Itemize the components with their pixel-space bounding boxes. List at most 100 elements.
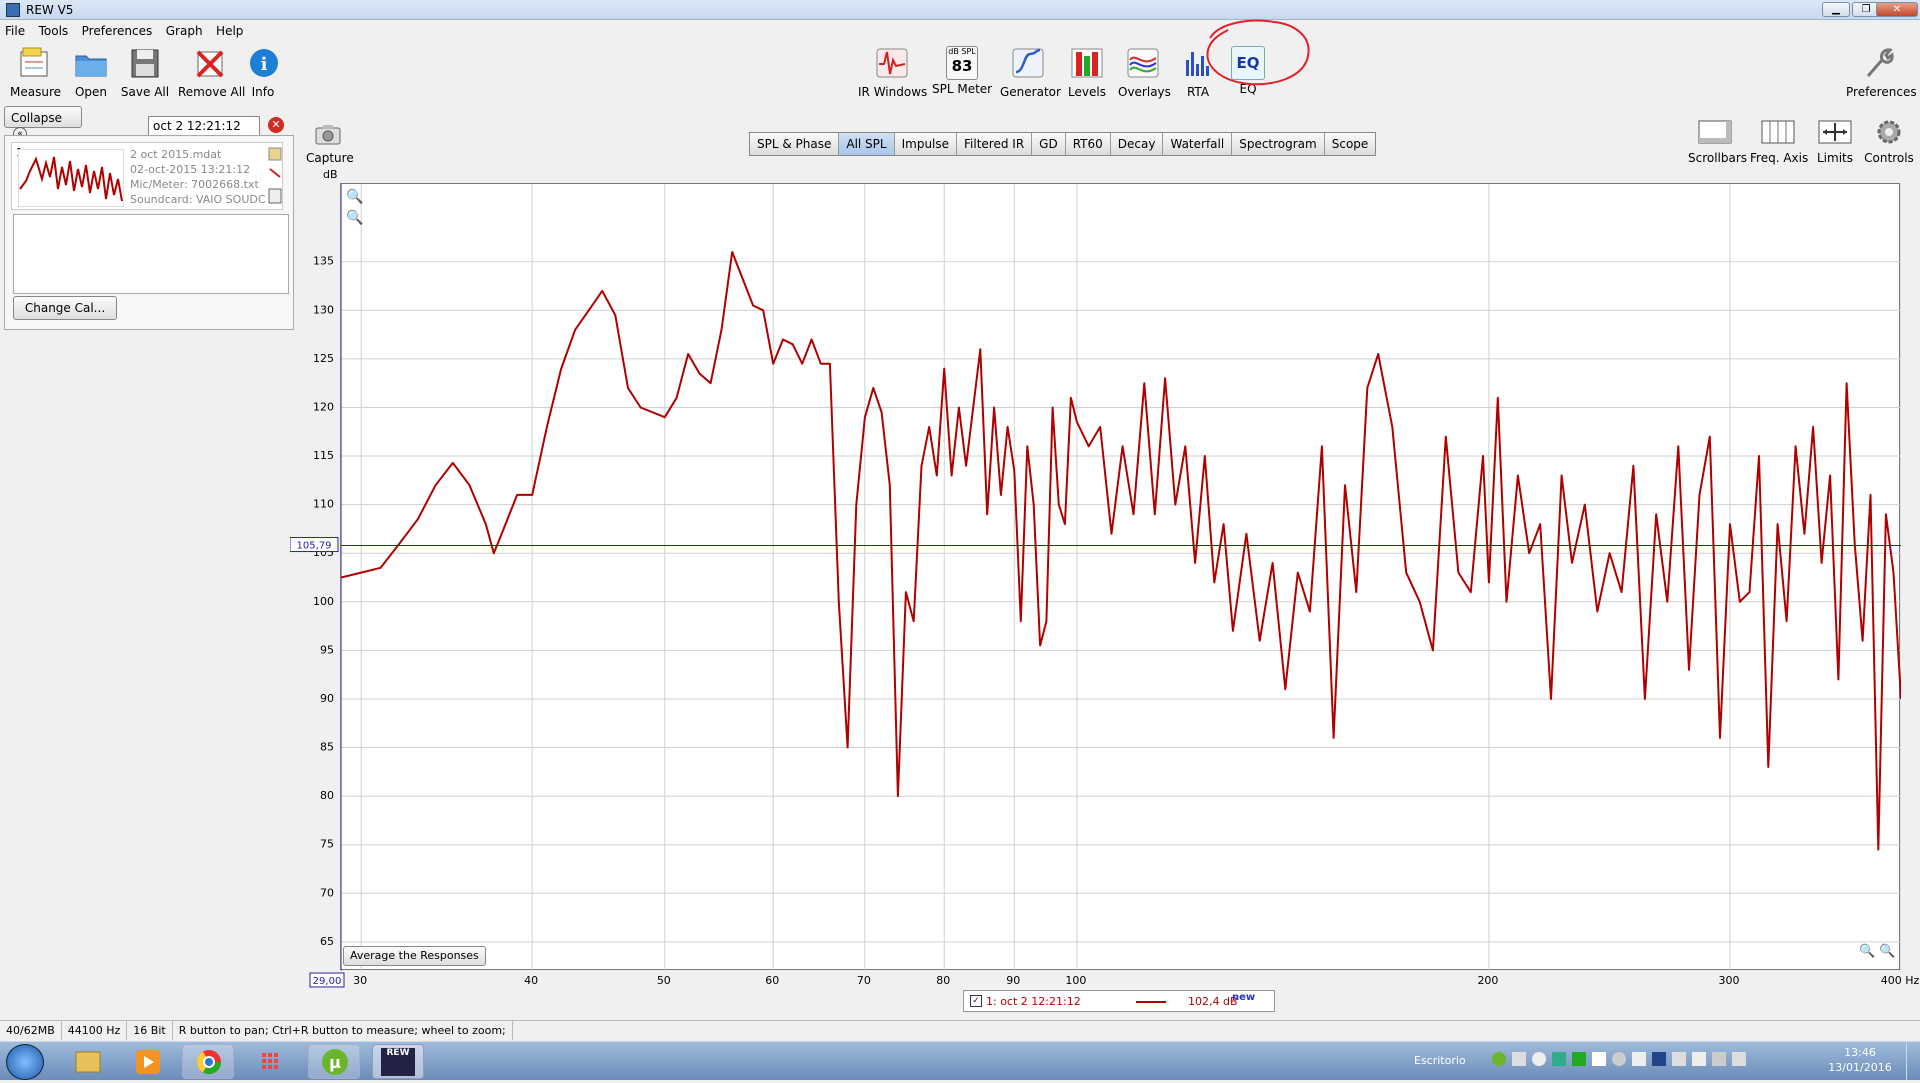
save-all-button[interactable]: Save All [120, 46, 170, 99]
menu-file[interactable]: File [0, 21, 30, 41]
x-tick-label: 80 [936, 974, 950, 987]
change-cal-button[interactable]: Change Cal... [13, 296, 117, 320]
menu-tools[interactable]: Tools [34, 21, 74, 41]
x-tick-label: 400 Hz [1881, 974, 1920, 987]
status-memory: 40/62MB [0, 1021, 62, 1040]
x-tick-label: 30 [353, 974, 367, 987]
limits-icon [1818, 120, 1852, 144]
levels-button[interactable]: Levels [1066, 46, 1108, 99]
status-bit-depth: 16 Bit [127, 1021, 173, 1040]
svg-text:i: i [261, 54, 268, 75]
remove-all-button[interactable]: Remove All [178, 46, 245, 99]
chart-legend: ✓ 1: oct 2 12:21:12 102,4 dB new [963, 990, 1275, 1012]
status-hint: R button to pan; Ctrl+R button to measur… [173, 1021, 513, 1040]
y-tick-label: 130 [313, 303, 334, 316]
ir-windows-button[interactable]: IR Windows [858, 46, 927, 99]
measurement-panel: 1 2 oct 2015.mdat 02-oct-2015 13:21:12 M… [4, 135, 294, 330]
y-tick-label: 80 [320, 789, 334, 802]
legend-series-name: 1: oct 2 12:21:12 [986, 995, 1081, 1008]
generator-button[interactable]: Generator [1000, 46, 1061, 99]
spl-meter-icon: dB SPL 83 [946, 46, 978, 80]
system-tray-icons[interactable] [1492, 1052, 1772, 1070]
legend-line-swatch [1136, 1001, 1166, 1003]
x-tick-label: 40 [524, 974, 538, 987]
measurement-soundcard: Soundcard: VAIO SOUDC [130, 193, 266, 206]
y-tick-label: 70 [320, 886, 334, 899]
y-tick-label: 85 [320, 741, 334, 754]
cursor-y-label: 105,79 [297, 541, 332, 552]
y-tick-label: 120 [313, 400, 334, 413]
show-desktop-button[interactable] [1906, 1042, 1920, 1081]
x-tick-label: 90 [1006, 974, 1020, 987]
x-tick-label: 60 [765, 974, 779, 987]
notes-area[interactable] [13, 214, 289, 294]
desktop-label[interactable]: Escritorio [1414, 1054, 1466, 1067]
wrench-icon [1866, 48, 1894, 77]
open-button[interactable]: Open [68, 46, 114, 99]
y-tick-label: 110 [313, 498, 334, 511]
close-button[interactable]: ✕ [1876, 2, 1918, 17]
minimize-button[interactable]: ▁ [1822, 2, 1850, 17]
taskbar: µ REW Escritorio 13:46 13/01/2016 [0, 1041, 1920, 1081]
spl-meter-button[interactable]: dB SPL 83 SPL Meter [932, 46, 992, 96]
measurement-action-icons[interactable] [268, 147, 282, 207]
freq-axis-icon [1761, 120, 1795, 144]
save-icon [131, 49, 159, 78]
collapse-button[interactable]: Collapse « [4, 106, 82, 141]
remove-measurement-icon[interactable]: ✕ [268, 117, 284, 133]
y-tick-label: 65 [320, 935, 334, 948]
folder-icon [75, 55, 107, 77]
status-bar: 40/62MB 44100 Hz 16 Bit R button to pan; Ct… [0, 1020, 1920, 1041]
y-tick-label: 75 [320, 838, 334, 851]
measure-icon [20, 47, 48, 77]
menu-help[interactable]: Help [211, 21, 248, 41]
overlays-button[interactable]: Overlays [1118, 46, 1171, 99]
menu-bar: File Tools Preferences Graph Help [0, 21, 1920, 41]
app-icon [6, 3, 20, 17]
info-button[interactable]: i Info [246, 46, 280, 99]
measurement-date: 02-oct-2015 13:21:12 [130, 163, 251, 176]
chart-axes: 30 40 50 60 70 80 90 100 200 300 400 Hz 65 70 75 80 85 9… [290, 255, 1920, 988]
info-icon: i [250, 49, 278, 77]
y-tick-label: 115 [313, 449, 334, 462]
x-tick-label: 100 [1065, 974, 1086, 987]
levels-icon [1071, 48, 1103, 78]
media-player-taskbar-icon[interactable] [122, 1044, 174, 1079]
clock[interactable]: 13:46 13/01/2016 [1818, 1045, 1902, 1075]
explorer-taskbar-icon[interactable] [62, 1044, 114, 1079]
x-tick-label: 300 [1718, 974, 1739, 987]
status-sample-rate: 44100 Hz [62, 1021, 128, 1040]
preferences-button[interactable]: Preferences [1846, 46, 1917, 99]
menu-graph[interactable]: Graph [161, 21, 208, 41]
y-tick-label: 100 [313, 595, 334, 608]
measurement-mic: Mic/Meter: 7002668.txt [130, 178, 259, 191]
x-tick-label: 200 [1477, 974, 1498, 987]
apps-taskbar-icon[interactable] [244, 1044, 296, 1079]
y-tick-label: 135 [313, 255, 334, 268]
legend-series-value: 102,4 dB [1188, 995, 1238, 1008]
overlays-icon [1127, 48, 1159, 78]
y-tick-label: 125 [313, 352, 334, 365]
menu-preferences[interactable]: Preferences [77, 21, 158, 41]
cursor-x-label: 29,00 [313, 976, 342, 987]
camera-icon [315, 125, 341, 145]
series-visibility-checkbox[interactable]: ✓ [970, 995, 982, 1007]
measurement-name-field[interactable]: oct 2 12:21:12 [148, 116, 260, 136]
gear-icon [1877, 120, 1901, 144]
y-tick-label: 95 [320, 643, 334, 656]
utorrent-taskbar-icon[interactable]: µ [308, 1044, 360, 1079]
generator-icon [1012, 48, 1044, 78]
remove-icon [196, 50, 224, 78]
window-title: REW V5 [26, 3, 74, 17]
rew-taskbar-icon[interactable]: REW [372, 1044, 424, 1079]
y-tick-label: 90 [320, 692, 334, 705]
x-tick-label: 50 [657, 974, 671, 987]
legend-new-badge: new [1232, 992, 1256, 1003]
measure-button[interactable]: Measure [10, 46, 61, 99]
start-button[interactable] [6, 1044, 44, 1080]
eq-highlight-annotation [1206, 19, 1310, 86]
ir-windows-icon [876, 48, 908, 78]
measurement-item[interactable]: 1 2 oct 2015.mdat 02-oct-2015 13:21:12 M… [11, 142, 283, 210]
scrollbars-icon [1698, 120, 1732, 144]
chrome-taskbar-icon[interactable] [182, 1044, 234, 1079]
